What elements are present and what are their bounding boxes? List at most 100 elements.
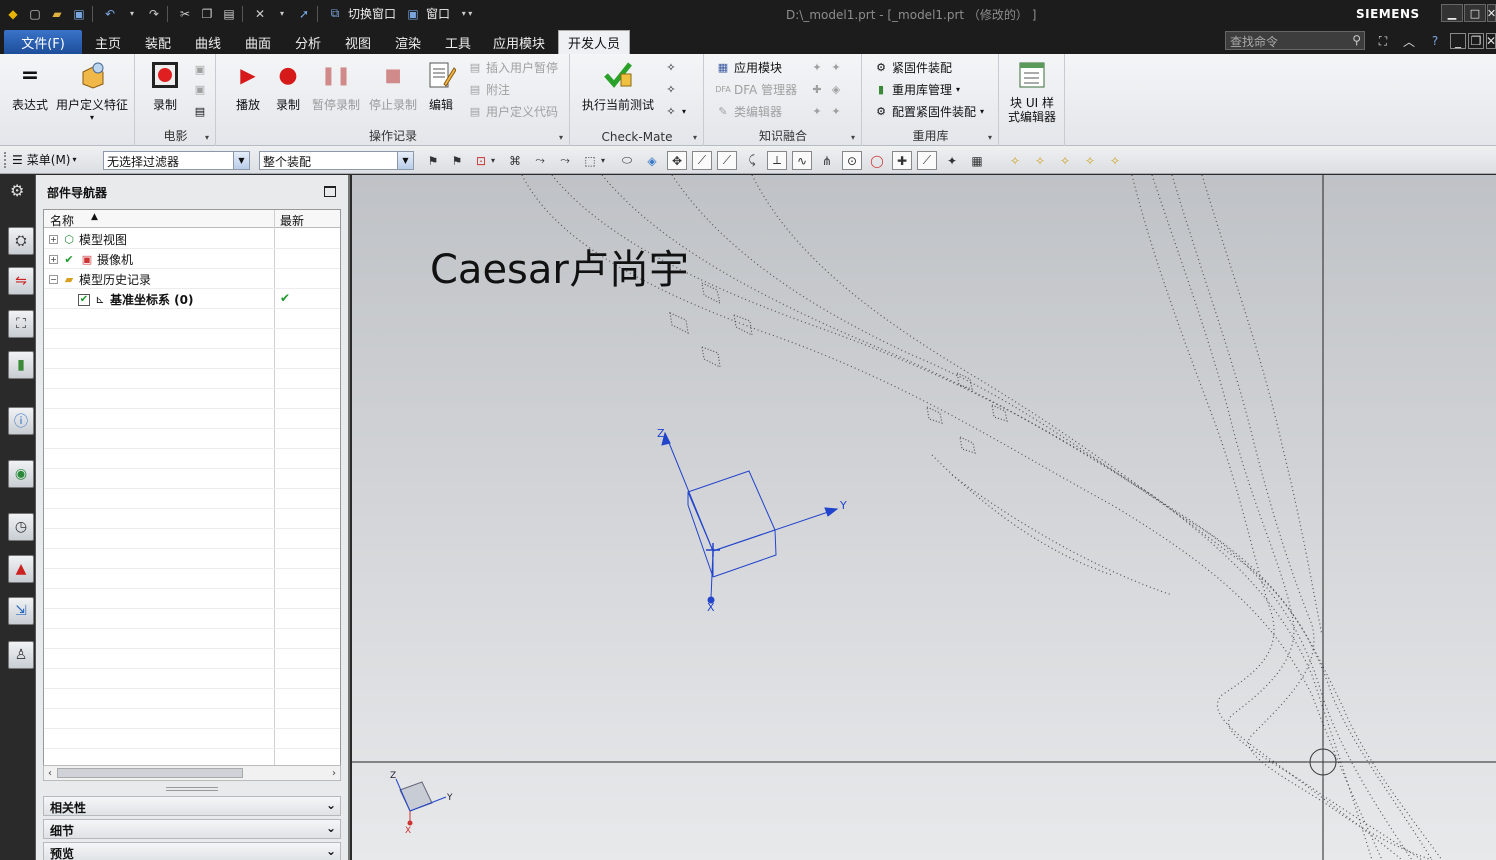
dfa-manager-button[interactable]: DFA DFA 管理器 — [715, 80, 797, 98]
history-tab-icon[interactable]: ◷ — [8, 513, 34, 541]
assembly-tool-2-icon[interactable]: ✧ — [1030, 151, 1050, 170]
redo-icon[interactable]: ↷ — [145, 5, 163, 23]
tree-row-datum-csys[interactable]: ✔ ⊾ 基准坐标系 (0) ✔ — [44, 289, 340, 309]
snap-arc-center-icon[interactable]: ⊙ — [842, 151, 862, 170]
annotate-button[interactable]: ▤ 附注 — [467, 80, 510, 98]
tree-row-cameras[interactable]: + ✔ ▣ 摄像机 — [44, 249, 340, 269]
expand-icon[interactable]: + — [49, 255, 58, 264]
udf-button[interactable]: 用户定义特征 ▾ — [56, 60, 128, 122]
save-icon[interactable]: ▣ — [70, 5, 88, 23]
selection-scope-select[interactable]: 整个装配 ▼ — [259, 151, 414, 170]
kf-tool-3-icon[interactable]: ✦ ✦ — [809, 102, 847, 120]
paste-icon[interactable]: ▤ — [220, 5, 238, 23]
help-icon[interactable]: ? — [1427, 33, 1443, 49]
window-icon[interactable]: ▣ — [404, 5, 422, 23]
maximize-button[interactable]: □ — [1464, 4, 1486, 22]
nx-logo-icon[interactable]: ◆ — [4, 5, 22, 23]
kf-tool-1-icon[interactable]: ✦ ✦ — [809, 58, 847, 76]
play-button[interactable]: ▶ 播放 — [233, 60, 263, 113]
new-file-icon[interactable]: ▢ — [26, 5, 44, 23]
cut-icon[interactable]: ✂ — [176, 5, 194, 23]
checkbox-checked-icon[interactable]: ✔ — [78, 293, 90, 306]
stop-record-button[interactable]: ■ 停止录制 — [369, 60, 417, 113]
movie-stop-icon[interactable]: ▣ — [192, 80, 211, 98]
expression-button[interactable]: = 表达式 — [12, 60, 48, 113]
insert-user-pause-button[interactable]: ▤ 插入用户暂停 — [467, 58, 558, 76]
select-faces-icon[interactable]: ⤳ — [555, 151, 575, 170]
doc-minimize-icon[interactable]: _ — [1450, 33, 1466, 49]
chevron-down-icon[interactable]: ▾ ▾ — [458, 5, 476, 23]
fastener-assembly-button[interactable]: ⚙ 紧固件装配 — [873, 58, 952, 76]
copy-icon[interactable]: ❐ — [198, 5, 216, 23]
chevron-down-icon[interactable]: ▾ — [488, 151, 498, 170]
search-icon[interactable]: ⚲ — [1352, 33, 1361, 47]
tab-analysis[interactable]: 分析 — [288, 30, 328, 54]
select-body-icon[interactable]: ⚑ — [447, 151, 467, 170]
reuse-library-tab-icon[interactable]: ▮ — [8, 351, 34, 379]
record-button[interactable]: ● 录制 — [273, 60, 303, 113]
minimize-button[interactable]: ▁ — [1441, 4, 1463, 22]
assembly-tool-3-icon[interactable]: ✧ — [1055, 151, 1075, 170]
snap-bounded-grid-icon[interactable]: ✦ — [942, 151, 962, 170]
scroll-left-icon[interactable]: ‹ — [44, 766, 56, 780]
snap-midpoint-icon[interactable]: ⟋ — [717, 151, 737, 170]
rectangle-select-icon[interactable]: ⬚ — [580, 151, 600, 170]
tab-curve[interactable]: 曲线 — [188, 30, 228, 54]
chevron-down-icon[interactable]: ▾ — [693, 133, 697, 142]
hd3d-tools-tab-icon[interactable]: ⓘ — [8, 407, 34, 435]
checkmate-report-icon[interactable]: ✧ — [663, 80, 682, 98]
checkmate-options-icon[interactable]: ✧ ▾ — [663, 102, 686, 120]
web-browser-tab-icon[interactable]: ◉ — [8, 460, 34, 488]
panel-splitter[interactable] — [166, 787, 218, 791]
user-code-button[interactable]: ▤ 用户定义代码 — [467, 102, 558, 120]
hide-solid-icon[interactable]: ⬭ — [617, 151, 637, 170]
snap-quadrant-icon[interactable]: ◯ — [867, 151, 887, 170]
doc-restore-icon[interactable]: ❐ — [1468, 33, 1484, 49]
movie-record-button[interactable]: 录制 — [150, 60, 180, 113]
snap-on-surface-icon[interactable]: ⟋ — [917, 151, 937, 170]
system-materials-tab-icon[interactable]: ▲ — [8, 555, 34, 583]
chevron-down-icon[interactable]: ▾ — [988, 133, 992, 142]
menu-button[interactable]: ☰ 菜单(M) ▾ — [12, 151, 77, 168]
graphics-window[interactable]: Z Y X Z Y X Caesar卢尚宇 — [352, 175, 1496, 860]
select-edges-icon[interactable]: ⤳ — [530, 151, 550, 170]
assembly-tool-4-icon[interactable]: ✧ — [1080, 151, 1100, 170]
chevron-down-icon[interactable]: ▾ — [598, 151, 608, 170]
kf-tool-2-icon[interactable]: ✚ ◈ — [809, 80, 847, 98]
open-file-icon[interactable]: ▰ — [48, 5, 66, 23]
part-navigator-tab-icon[interactable]: ⛭ — [8, 227, 34, 255]
constraint-navigator-tab-icon[interactable]: ⛶ — [8, 310, 34, 338]
scroll-right-icon[interactable]: › — [328, 766, 340, 780]
class-editor-button[interactable]: ✎ 类编辑器 — [715, 102, 782, 120]
fullscreen-icon[interactable]: ⛶ — [1375, 33, 1391, 49]
tab-developer[interactable]: 开发人员 — [558, 30, 630, 54]
tab-file[interactable]: 文件(F) — [4, 30, 82, 54]
assembly-navigator-tab-icon[interactable]: ⇋ — [8, 267, 34, 295]
chevron-down-icon[interactable]: ▾ — [851, 133, 855, 142]
snap-existing-point-icon[interactable]: ✥ — [667, 151, 687, 170]
select-all-icon[interactable]: ⌘ — [505, 151, 525, 170]
tab-render[interactable]: 渲染 — [388, 30, 428, 54]
edit-journal-button[interactable]: 编辑 — [426, 60, 456, 113]
reuse-library-manage-button[interactable]: ▮ 重用库管理 ▾ — [873, 80, 960, 98]
preview-panel[interactable]: 预览 ⌄ — [43, 842, 341, 860]
chevron-down-icon[interactable]: ▾ — [123, 5, 141, 23]
window-menu-button[interactable]: 窗口 — [426, 5, 450, 22]
collapse-icon[interactable]: − — [49, 275, 58, 284]
details-panel[interactable]: 细节 ⌄ — [43, 819, 341, 839]
delete-icon[interactable]: ✕ — [251, 5, 269, 23]
dependencies-panel[interactable]: 相关性 ⌄ — [43, 796, 341, 816]
column-header-latest[interactable]: 最新 — [280, 212, 304, 229]
process-studio-tab-icon[interactable]: ⇲ — [8, 597, 34, 625]
cube-view-icon[interactable]: ◈ — [642, 151, 662, 170]
chevron-down-icon[interactable]: ▾ — [559, 133, 563, 142]
chevron-down-icon[interactable]: ▾ — [90, 113, 94, 122]
run-current-test-button[interactable]: 执行当前测试 — [582, 60, 654, 113]
undo-icon[interactable]: ↶ — [101, 5, 119, 23]
doc-close-icon[interactable]: ✕ — [1486, 33, 1496, 49]
movie-settings-icon[interactable]: ▤ — [192, 102, 211, 120]
expand-icon[interactable]: + — [49, 235, 58, 244]
chevron-down-icon[interactable]: ▾ — [273, 5, 291, 23]
tab-home[interactable]: 主页 — [88, 30, 128, 54]
tree-row-model-views[interactable]: + ⬡ 模型视图 — [44, 229, 340, 249]
